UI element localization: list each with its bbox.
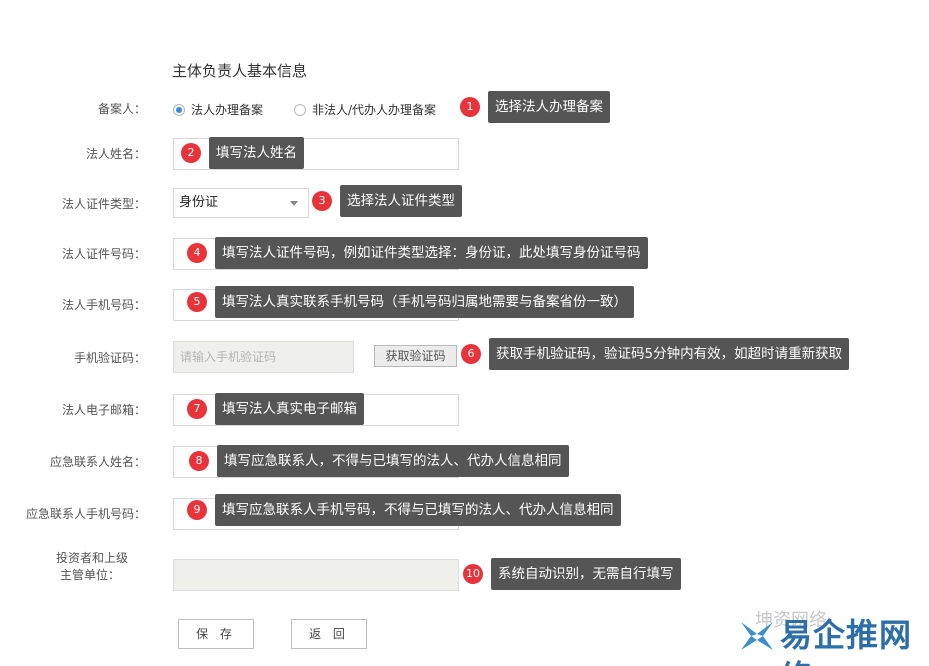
annotation-badge-3: 3 (312, 191, 332, 211)
annotation-tip-8: 填写应急联系人，不得与已填写的法人、代办人信息相同 (217, 445, 569, 477)
radio-legal-person[interactable]: 法人办理备案 (173, 101, 263, 119)
phone-label: 法人手机号码： (61, 298, 146, 312)
name-label: 法人姓名： (85, 147, 146, 161)
annotation-tip-7: 填写法人真实电子邮箱 (215, 393, 364, 425)
emergency-phone-label: 应急联系人手机号码： (25, 507, 146, 521)
annotation-badge-4: 4 (187, 243, 207, 263)
id-type-label: 法人证件类型： (61, 197, 146, 211)
section-title: 主体负责人基本信息 (172, 62, 308, 80)
annotation-badge-2: 2 (181, 143, 201, 163)
chevron-down-icon (290, 201, 298, 206)
brand-logo-icon (741, 622, 773, 650)
annotation-tip-6: 获取手机验证码，验证码5分钟内有效，如超时请重新获取 (489, 338, 850, 370)
watermark-brand: 易企推网络 (780, 616, 913, 666)
annotation-badge-6: 6 (461, 344, 481, 364)
code-input[interactable]: 请输入手机验证码 (173, 341, 354, 373)
emergency-name-label: 应急联系人姓名： (49, 455, 146, 469)
annotation-tip-5: 填写法人真实联系手机号码（手机号码归属地需要与备案省份一致） (215, 286, 634, 318)
radio-agent-label: 非法人/代办人办理备案 (312, 103, 437, 117)
save-button[interactable]: 保 存 (178, 619, 254, 649)
radio-agent[interactable]: 非法人/代办人办理备案 (294, 101, 436, 119)
code-label: 手机验证码： (73, 351, 146, 365)
annotation-tip-1: 选择法人办理备案 (488, 91, 610, 123)
radio-selected-icon (173, 104, 185, 116)
id-type-select[interactable]: 身份证 (173, 188, 309, 218)
id-number-label: 法人证件号码： (61, 247, 146, 261)
id-type-value: 身份证 (179, 195, 219, 210)
annotation-badge-5: 5 (187, 292, 207, 312)
annotation-tip-4: 填写法人证件号码，例如证件类型选择：身份证，此处填写身份证号码 (215, 237, 648, 269)
annotation-tip-9: 填写应急联系人手机号码，不得与已填写的法人、代办人信息相同 (215, 494, 621, 526)
email-label: 法人电子邮箱： (61, 403, 146, 417)
annotation-tip-3: 选择法人证件类型 (340, 185, 462, 217)
radio-unselected-icon (294, 104, 306, 116)
investor-label-line2: 主管单位： (60, 568, 121, 582)
annotation-badge-10: 10 (463, 564, 483, 584)
back-button[interactable]: 返 回 (291, 619, 367, 649)
get-code-button[interactable]: 获取验证码 (374, 345, 457, 367)
annotation-badge-9: 9 (187, 500, 207, 520)
annotation-badge-8: 8 (189, 451, 209, 471)
annotation-badge-7: 7 (187, 399, 207, 419)
annotation-tip-2: 填写法人姓名 (209, 137, 304, 169)
investor-label-line1: 投资者和上级 (55, 551, 128, 565)
annotation-tip-10: 系统自动识别，无需自行填写 (491, 558, 681, 590)
code-placeholder: 请输入手机验证码 (180, 350, 277, 364)
filer-label: 备案人： (97, 102, 146, 116)
investor-input (173, 559, 459, 591)
annotation-badge-1: 1 (460, 97, 480, 117)
radio-legal-label: 法人办理备案 (191, 103, 264, 117)
investor-label: 投资者和上级 主管单位： (0, 550, 128, 584)
